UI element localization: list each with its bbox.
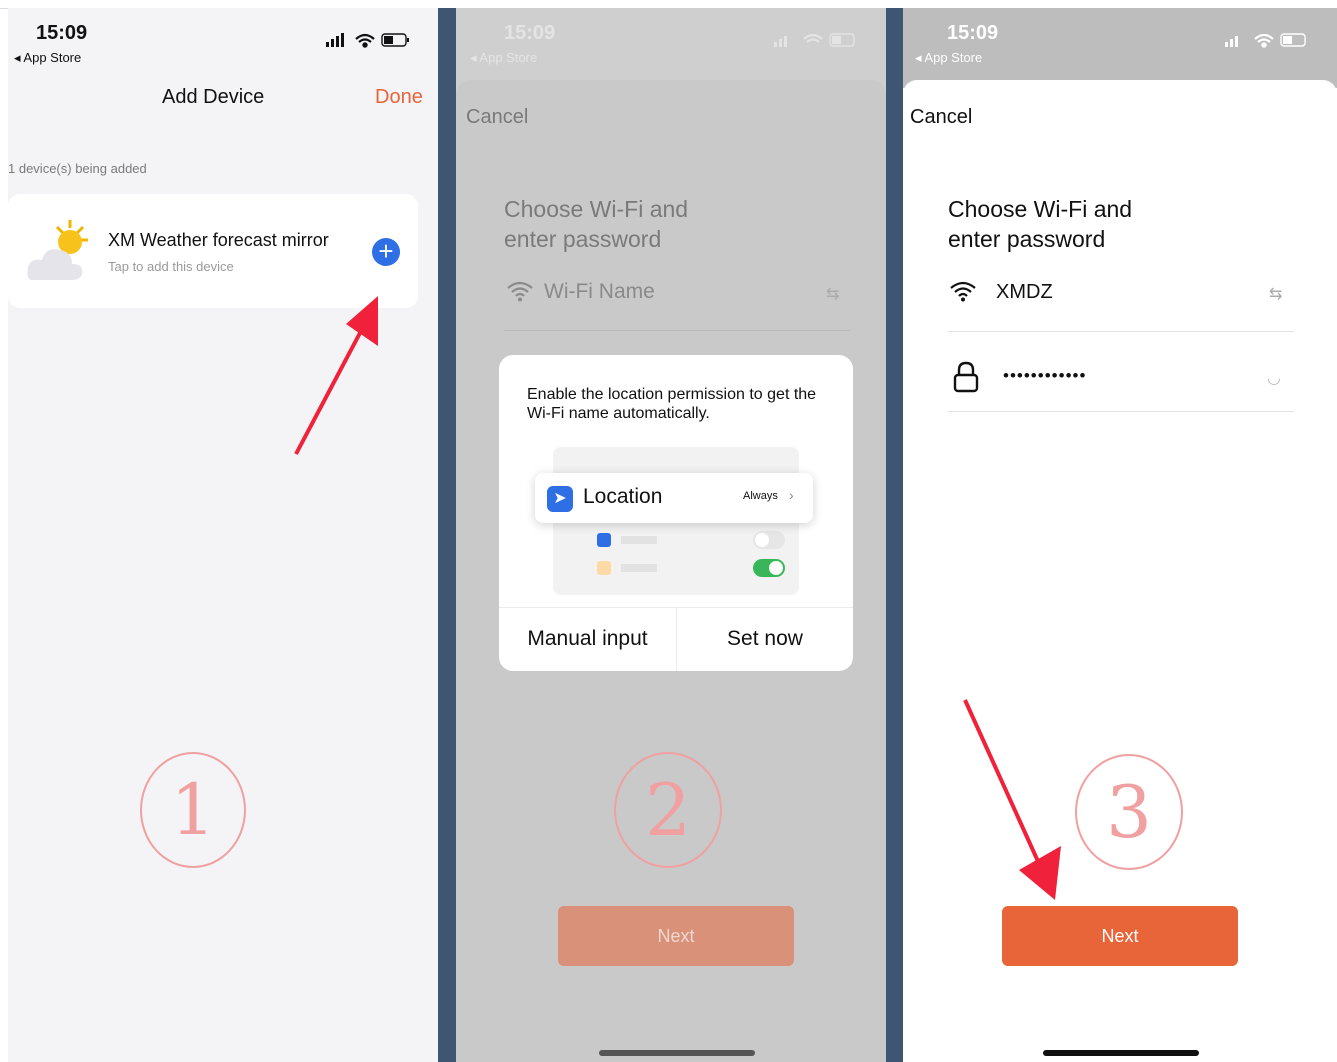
location-label: Location <box>583 485 663 508</box>
placeholder-line <box>621 536 657 544</box>
panel-separator <box>438 8 456 1062</box>
annotation-arrow-down <box>963 699 1061 900</box>
battery-icon <box>1280 33 1306 47</box>
placeholder-line <box>621 564 657 572</box>
device-card[interactable]: XM Weather forecast mirror Tap to add th… <box>8 194 418 308</box>
page-title: Add Device <box>162 86 265 108</box>
add-device-plus-icon[interactable]: + <box>372 238 400 266</box>
step-number-badge: 2 <box>614 752 722 868</box>
home-indicator <box>1043 1050 1199 1056</box>
status-bar: 15:09 ◂ App Store <box>903 8 1337 88</box>
signal-icon <box>774 36 787 47</box>
status-time: 15:09 <box>504 22 556 44</box>
battery-icon <box>381 33 409 47</box>
back-to-app-store[interactable]: ◂ App Store <box>470 50 537 66</box>
location-arrow-icon: ➤ <box>547 486 573 512</box>
set-now-button[interactable]: Set now <box>677 607 853 671</box>
heading-line-1: Choose Wi-Fi and <box>504 196 689 222</box>
dialog-message: Enable the location permission to get th… <box>527 386 817 422</box>
location-row: ➤ Location Always › <box>535 473 813 523</box>
panel-separator <box>886 8 904 1062</box>
home-icon <box>597 561 611 575</box>
divider <box>948 331 1294 332</box>
status-time: 15:09 <box>947 22 999 44</box>
add-device-screen: 15:09 ◂ App Store Add Device Done 1 devi… <box>8 8 438 1062</box>
wifi-icon <box>803 33 823 43</box>
back-app-label: App Store <box>23 50 82 65</box>
cancel-button[interactable]: Cancel <box>910 106 972 129</box>
heading-line-2: enter password <box>504 226 662 252</box>
wifi-location-prompt-screen: 15:09 ◂ App Store Cancel Choose Wi-Fi an… <box>456 8 886 1062</box>
status-bar: 15:09 ◂ App Store <box>456 8 886 72</box>
chevron-right-icon: › <box>789 487 794 503</box>
location-value: Always <box>743 490 778 502</box>
annotation-arrow-up <box>294 296 378 455</box>
step-number-badge: 1 <box>140 752 246 868</box>
heading-line-2: enter password <box>948 226 1106 252</box>
next-button[interactable]: Next <box>1002 906 1238 966</box>
password-field[interactable]: •••••••••••• <box>1003 366 1086 386</box>
bluetooth-icon <box>597 533 611 547</box>
page-heading: Choose Wi-Fi and enter password <box>948 194 1132 254</box>
next-button[interactable]: Next <box>558 906 794 966</box>
device-hint: Tap to add this device <box>108 259 234 274</box>
devices-count-label: 1 device(s) being added <box>8 161 147 176</box>
back-to-app-store[interactable]: ◂ App Store <box>14 50 81 66</box>
battery-icon <box>829 33 855 47</box>
step-number-badge: 3 <box>1075 754 1183 870</box>
weather-icon <box>27 220 88 280</box>
system-status-icons <box>326 33 409 48</box>
status-bar: 15:09 ◂ App Store <box>8 8 438 72</box>
wifi-password-screen: 15:09 ◂ App Store Cancel Choose Wi-Fi an… <box>903 8 1337 1062</box>
eye-closed-icon[interactable]: ◡ <box>1267 368 1281 388</box>
done-button[interactable]: Done <box>375 86 423 109</box>
wifi-name-field[interactable]: XMDZ <box>996 281 1053 304</box>
signal-icon <box>326 33 344 47</box>
system-status-icons <box>774 33 855 47</box>
back-app-label: App Store <box>479 50 538 65</box>
wifi-icon <box>507 281 533 302</box>
toggle-off <box>753 531 785 549</box>
switch-network-icon[interactable]: ⇆ <box>1269 284 1282 304</box>
page-heading: Choose Wi-Fi and enter password <box>504 194 688 254</box>
wifi-icon <box>355 33 375 48</box>
back-to-app-store[interactable]: ◂ App Store <box>915 50 982 66</box>
switch-network-icon[interactable]: ⇆ <box>826 284 839 304</box>
back-app-label: App Store <box>924 50 983 65</box>
home-indicator <box>599 1050 755 1056</box>
status-time: 15:09 <box>36 22 88 44</box>
lock-icon <box>953 361 979 393</box>
device-name: XM Weather forecast mirror <box>108 230 329 250</box>
system-status-icons <box>1225 33 1306 48</box>
wifi-icon <box>950 281 976 302</box>
location-permission-dialog: Enable the location permission to get th… <box>499 355 853 671</box>
heading-line-1: Choose Wi-Fi and <box>948 196 1133 222</box>
wifi-icon <box>1254 33 1274 48</box>
signal-icon <box>1225 36 1238 47</box>
manual-input-button[interactable]: Manual input <box>499 607 676 671</box>
toggle-on <box>753 559 785 577</box>
cancel-button[interactable]: Cancel <box>466 106 528 129</box>
wifi-name-field[interactable]: Wi-Fi Name <box>544 280 655 304</box>
divider <box>948 411 1294 412</box>
divider <box>504 330 850 331</box>
